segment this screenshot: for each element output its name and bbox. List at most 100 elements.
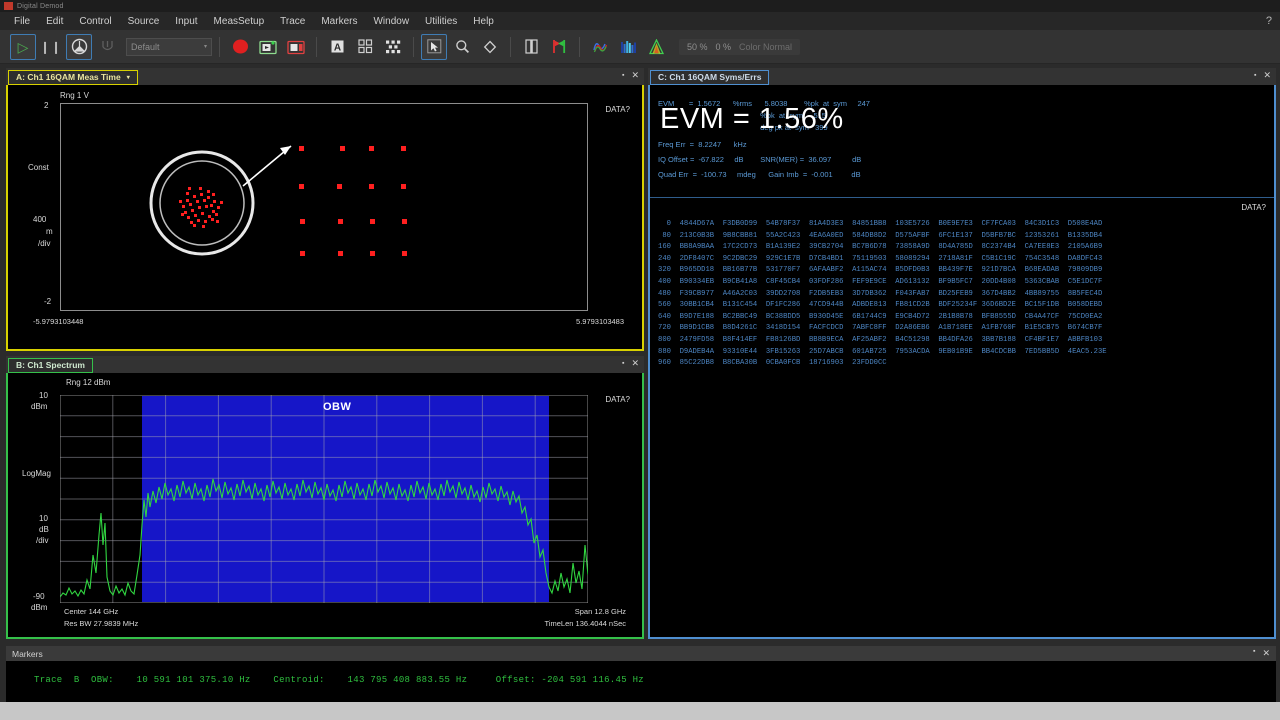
panel-b-y-div-value: 10 <box>39 514 48 523</box>
menu-item-control[interactable]: Control <box>71 14 119 29</box>
diamond-icon <box>483 40 497 53</box>
markers-window-controls: ▪ ✕ <box>1253 648 1270 659</box>
peak-view-button[interactable] <box>643 34 669 60</box>
menu-item-input[interactable]: Input <box>167 14 205 29</box>
preset-combo-value: Default <box>131 41 160 52</box>
chevron-down-icon[interactable]: ▾ <box>127 74 130 81</box>
capture-button[interactable] <box>255 34 281 60</box>
hex-row: 480 F39CB977 A46A2C03 39DD2708 F2DB5EB3 … <box>658 289 1103 298</box>
panel-a-y-name: Const <box>28 163 49 172</box>
hex-dump[interactable]: 0 4844D67A F3DB0D99 54B78F37 81A4D3E3 84… <box>658 219 1107 370</box>
panel-a-data-marker: DATA? <box>605 105 630 114</box>
panel-b-y-top-unit: dBm <box>31 402 48 411</box>
panel-b-y-bottom-unit: dBm <box>31 603 48 612</box>
readout-value-2: 0 % <box>715 41 732 52</box>
minimize-icon[interactable]: ▪ <box>622 360 624 367</box>
menu-item-source[interactable]: Source <box>120 14 168 29</box>
menu-item-utilities[interactable]: Utilities <box>417 14 465 29</box>
close-icon[interactable]: ✕ <box>1263 70 1271 81</box>
pause-button[interactable]: ❙❙ <box>38 34 64 60</box>
hex-row: 400 B90334EB B9CB41A8 C8F45CB4 03FDF286 … <box>658 277 1103 286</box>
close-icon[interactable]: ✕ <box>631 70 639 81</box>
toolbar-divider-4 <box>510 36 511 57</box>
panel-b-data-marker: DATA? <box>605 395 630 404</box>
toolbar-divider-5 <box>579 36 580 57</box>
grid-layout-button[interactable] <box>352 34 378 60</box>
menu-item-window[interactable]: Window <box>365 14 417 29</box>
menu-bar: File Edit Control Source Input MeasSetup… <box>0 12 1280 30</box>
panel-c-header: C: Ch1 16QAM Syms/Errs ▪ ✕ <box>648 68 1276 85</box>
bar-meas-button[interactable] <box>518 34 544 60</box>
markers-title: Markers <box>12 648 43 659</box>
toolbar-divider-2 <box>316 36 317 57</box>
marker-diamond-button[interactable] <box>477 34 503 60</box>
evm-big-readout: EVM = 1.56% <box>660 103 844 135</box>
panel-a-body: Rng 1 V DATA? 2 Const 400 m /div -2 -5.9… <box>6 85 644 351</box>
panel-a-tab[interactable]: A: Ch1 16QAM Meas Time ▾ <box>8 69 138 85</box>
record-circle-icon <box>232 39 248 54</box>
zoom-tool-button[interactable] <box>449 34 475 60</box>
minimize-icon[interactable]: ▪ <box>1253 648 1255 659</box>
preset-combo[interactable]: Default ▾ <box>126 37 212 56</box>
recorder-stop-icon <box>287 40 305 54</box>
panel-a-y-div-unit-2: /div <box>38 239 51 248</box>
panel-b-window-controls: ▪ ✕ <box>622 358 639 369</box>
flag-icon <box>552 40 565 53</box>
panel-b-x-timelen: TimeLen 136.4044 nSec <box>544 619 626 628</box>
markers-panel: Markers ▪ ✕ Trace B OBW: 10 591 101 375.… <box>6 646 1276 704</box>
app-logo-icon <box>4 2 13 10</box>
menu-item-trace[interactable]: Trace <box>272 14 313 29</box>
marker-readout-line: Trace B OBW: 10 591 101 375.10 Hz Centro… <box>34 675 644 685</box>
toolbar-divider-1 <box>219 36 220 57</box>
evm-metric-row-3: Freq Err = 8.2247 kHz <box>658 140 747 149</box>
markers-body[interactable]: Trace B OBW: 10 591 101 375.10 Hz Centro… <box>6 661 1276 704</box>
close-icon[interactable]: ✕ <box>631 358 639 369</box>
help-question-icon[interactable]: ? <box>1266 15 1272 27</box>
waveform-view-button[interactable] <box>587 34 613 60</box>
marker-letter-button[interactable]: A <box>324 34 350 60</box>
close-icon[interactable]: ✕ <box>1262 648 1270 659</box>
toolbar-divider-3 <box>413 36 414 57</box>
menu-item-help[interactable]: Help <box>465 14 502 29</box>
record-button[interactable] <box>227 34 253 60</box>
panel-c-tab[interactable]: C: Ch1 16QAM Syms/Errs <box>650 69 770 85</box>
minimize-icon[interactable]: ▪ <box>1254 72 1256 79</box>
panel-b-tab[interactable]: B: Ch1 Spectrum <box>8 357 93 373</box>
flag-marker-button[interactable] <box>546 34 572 60</box>
restart-button[interactable] <box>94 34 120 60</box>
play-icon: ▷ <box>17 38 29 55</box>
stop-record-button[interactable] <box>283 34 309 60</box>
toolbar-readout: 50 % 0 % Color Normal <box>679 38 801 55</box>
run-button[interactable]: ▷ <box>10 33 36 60</box>
svg-text:A: A <box>333 43 340 54</box>
markers-header: Markers ▪ ✕ <box>6 646 1276 661</box>
panel-a-y-div-value: 400 <box>33 215 47 224</box>
readout-color-label: Color Normal <box>739 41 793 52</box>
hex-row: 880 D9ADEB4A 93310E44 3FB15263 25D7ABCB … <box>658 347 1107 356</box>
panel-c-title: C: Ch1 16QAM Syms/Errs <box>658 72 762 82</box>
spectrum-plot[interactable] <box>60 395 588 603</box>
pause-icon: ❙❙ <box>39 39 63 54</box>
menu-item-file[interactable]: File <box>6 14 38 29</box>
constellation-plot[interactable] <box>60 103 588 311</box>
panel-b-y-div-unit-1: dB <box>39 525 49 534</box>
spectrum-view-button[interactable] <box>615 34 641 60</box>
trace-points-button[interactable] <box>380 34 406 60</box>
letter-a-icon: A <box>331 40 343 54</box>
panel-syms-errs: C: Ch1 16QAM Syms/Errs ▪ ✕ EVM = 1.5672 … <box>648 68 1276 639</box>
panel-a-y-top: 2 <box>44 101 49 110</box>
menu-item-markers[interactable]: Markers <box>313 14 365 29</box>
waveform-icon <box>592 43 607 53</box>
minimize-icon[interactable]: ▪ <box>622 72 624 79</box>
hex-row: 800 2479FD58 B8F414EF FB8126BD BB8B9ECA … <box>658 335 1103 344</box>
single-button[interactable] <box>66 33 92 60</box>
panel-b-y-name: LogMag <box>22 469 51 478</box>
hex-row: 80 213C0B3B 9B8CBB81 55A2C423 4EA6A0ED 5… <box>658 231 1103 240</box>
menu-item-meassetup[interactable]: MeasSetup <box>206 14 273 29</box>
panel-b-range-label: Rng 12 dBm <box>66 378 111 387</box>
menu-item-edit[interactable]: Edit <box>38 14 71 29</box>
peak-triangle-icon <box>648 38 664 54</box>
panel-a-range-label: Rng 1 V <box>60 91 89 100</box>
panel-a-title: A: Ch1 16QAM Meas Time <box>16 72 121 82</box>
pointer-tool-button[interactable] <box>421 33 447 60</box>
